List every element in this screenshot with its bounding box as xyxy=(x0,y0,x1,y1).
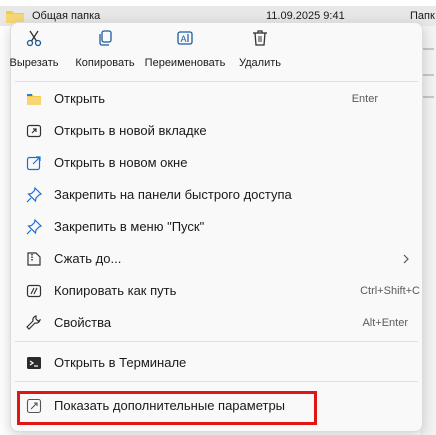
new-tab-icon xyxy=(26,124,42,138)
shortcut-hint: Enter xyxy=(351,93,378,105)
copy-icon xyxy=(99,30,112,46)
rename-icon: A xyxy=(177,31,193,45)
folder-icon xyxy=(27,94,41,105)
rename-button[interactable]: A Переименовать xyxy=(143,29,227,77)
menu-item-open-new-tab[interactable]: Открыть в новой вкладке xyxy=(15,116,418,146)
trash-icon xyxy=(253,30,267,46)
divider xyxy=(15,341,418,342)
menu-item-label: Закрепить в меню "Пуск" xyxy=(54,219,205,234)
menu-item-open-new-window[interactable]: Открыть в новом окне xyxy=(15,148,418,178)
menu-item-label: Закрепить на панели быстрого доступа xyxy=(54,187,292,202)
menu-item-copy-as-path[interactable]: Копировать как путь Ctrl+Shift+C xyxy=(15,276,420,306)
pin-icon xyxy=(26,219,42,235)
menu-item-pin-start[interactable]: Закрепить в меню "Пуск" xyxy=(15,212,418,242)
menu-item-open[interactable]: Открыть Enter xyxy=(15,84,418,114)
menu-item-label: Свойства xyxy=(54,315,112,330)
new-window-icon xyxy=(26,156,41,171)
svg-text:A: A xyxy=(181,34,187,44)
menu-item-label: Открыть в новой вкладке xyxy=(54,123,207,138)
copy-label: Копировать xyxy=(75,57,135,69)
delete-button[interactable]: Удалить xyxy=(233,29,287,77)
zip-icon xyxy=(27,252,41,266)
wrench-icon xyxy=(26,315,41,330)
menu-item-open-terminal[interactable]: Открыть в Терминале xyxy=(15,348,418,378)
menu-item-label: Сжать до... xyxy=(54,251,122,266)
cut-label: Вырезать xyxy=(9,57,59,69)
scissors-icon xyxy=(26,30,42,47)
pin-icon xyxy=(26,187,42,203)
delete-label: Удалить xyxy=(239,57,281,69)
highlight-box xyxy=(17,391,317,425)
divider xyxy=(15,381,418,382)
context-menu: Вырезать Копировать A Переименовать Удал… xyxy=(10,22,423,432)
menu-item-pin-quick-access[interactable]: Закрепить на панели быстрого доступа xyxy=(15,180,418,210)
shortcut-hint: Alt+Enter xyxy=(362,317,408,329)
menu-item-label: Открыть xyxy=(54,91,106,106)
context-menu-toolbar: Вырезать Копировать A Переименовать Удал… xyxy=(10,23,422,79)
path-icon xyxy=(26,284,42,298)
copy-button[interactable]: Копировать xyxy=(69,29,141,77)
menu-item-properties[interactable]: Свойства Alt+Enter xyxy=(15,308,418,338)
menu-item-compress[interactable]: Сжать до... xyxy=(15,244,418,274)
chevron-right-icon xyxy=(403,254,409,264)
menu-item-label: Копировать как путь xyxy=(54,283,177,298)
rename-label: Переименовать xyxy=(144,57,226,69)
divider xyxy=(15,81,418,82)
cut-button[interactable]: Вырезать xyxy=(1,29,67,77)
terminal-icon xyxy=(27,357,41,369)
menu-item-label: Открыть в Терминале xyxy=(54,355,187,370)
shortcut-hint: Ctrl+Shift+C xyxy=(360,285,420,297)
menu-item-label: Открыть в новом окне xyxy=(54,155,188,170)
